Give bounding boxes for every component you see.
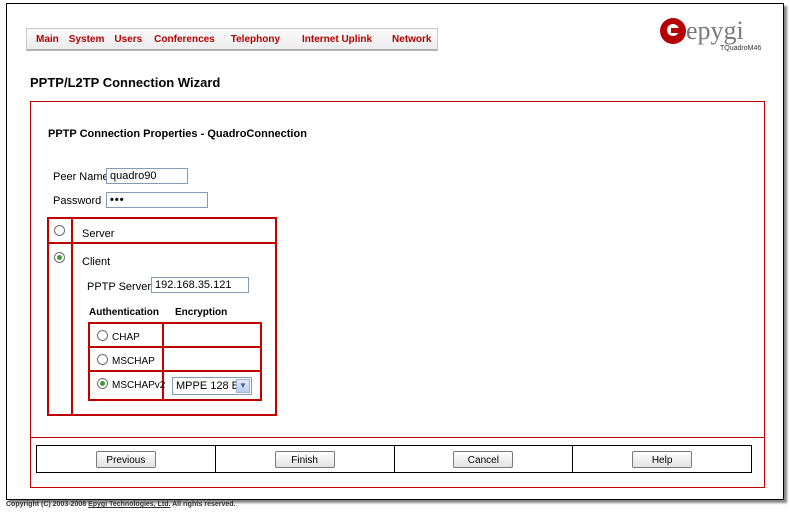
epygi-logo: epygi TQuadroM46 [660, 16, 770, 56]
button-separator [30, 437, 765, 438]
logo-mark-icon [660, 18, 686, 44]
auth-header: Authentication [89, 307, 159, 318]
button-cell: Help [573, 446, 751, 472]
previous-button[interactable]: Previous [95, 450, 156, 468]
pptp-server-input[interactable] [151, 277, 249, 293]
finish-button[interactable]: Finish [274, 450, 335, 468]
nav-conferences[interactable]: Conferences [142, 34, 215, 45]
password-input[interactable]: ••• [106, 192, 208, 208]
client-label: Client [82, 256, 111, 268]
help-button[interactable]: Help [632, 450, 693, 468]
mode-row-divider [47, 242, 277, 244]
nav-telephony[interactable]: Telephony [215, 34, 280, 45]
auth-row-divider-2 [88, 370, 262, 372]
button-cell: Previous [37, 446, 216, 472]
mschapv2-label: MSCHAPv2 [112, 380, 166, 391]
device-model: TQuadroM46 [720, 45, 762, 52]
server-label: Server [82, 228, 115, 240]
encryption-header: Encryption [175, 307, 228, 318]
chap-label: CHAP [112, 332, 140, 343]
chap-radio[interactable] [97, 330, 108, 341]
copyright-footer: Copyright (C) 2003-2008 Epygi Technologi… [6, 501, 236, 508]
pptp-server-label: PPTP Server [87, 281, 151, 293]
page-title: PPTP/L2TP Connection Wizard [30, 75, 221, 90]
button-cell: Cancel [395, 446, 574, 472]
encryption-value: MPPE 128 Bit [176, 380, 245, 392]
client-radio[interactable] [54, 252, 65, 263]
nav-network[interactable]: Network [372, 34, 431, 45]
peer-name-label: Peer Name [53, 171, 109, 183]
mschap-label: MSCHAP [112, 356, 155, 367]
mschap-radio[interactable] [97, 354, 108, 365]
nav-system[interactable]: System [59, 34, 105, 45]
main-nav: Main System Users Conferences Telephony … [26, 28, 438, 51]
auth-row-divider-1 [88, 346, 262, 348]
button-bar: Previous Finish Cancel Help [36, 445, 752, 473]
footer-company-link[interactable]: Epygi Technologies, Ltd. [88, 501, 170, 508]
nav-internet-uplink[interactable]: Internet Uplink [280, 34, 372, 45]
footer-prefix: Copyright (C) 2003-2008 [6, 501, 89, 508]
mode-divider [71, 217, 73, 416]
button-cell: Finish [216, 446, 395, 472]
nav-main[interactable]: Main [27, 34, 59, 45]
footer-suffix: All rights reserved. [170, 501, 236, 508]
chevron-down-icon[interactable]: ▼ [236, 379, 250, 393]
peer-name-input[interactable] [106, 168, 188, 184]
section-title: PPTP Connection Properties - QuadroConne… [48, 128, 307, 140]
encryption-select[interactable]: MPPE 128 Bit ▼ [172, 377, 252, 395]
cancel-button[interactable]: Cancel [453, 450, 514, 468]
password-label: Password [53, 195, 102, 207]
logo-text: epygi [686, 16, 744, 45]
nav-users[interactable]: Users [104, 34, 142, 45]
server-radio[interactable] [54, 225, 65, 236]
mschapv2-radio[interactable] [97, 378, 108, 389]
